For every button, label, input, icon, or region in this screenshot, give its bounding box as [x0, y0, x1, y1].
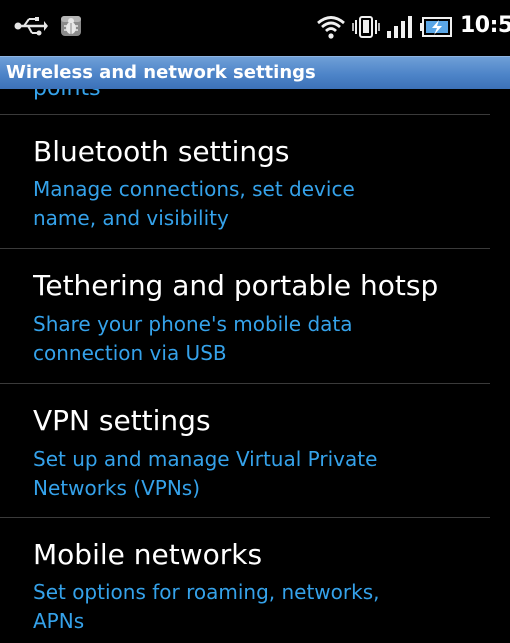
- summary-line: name, and visibility: [33, 206, 229, 230]
- summary-line: Set up and manage Virtual Private: [33, 447, 378, 471]
- page-title: Wireless and network settings: [6, 62, 316, 83]
- wifi-icon: [317, 16, 345, 39]
- list-item-summary: Manage connections, set device name, and…: [33, 175, 473, 233]
- list-item-tethering-hotspot[interactable]: Tethering and portable hotsp Share your …: [0, 249, 510, 382]
- list-item-title: Tethering and portable hotsp: [33, 269, 439, 302]
- summary-line: Share your phone's mobile data: [33, 312, 353, 336]
- list-item-summary: Set options for roaming, networks, APNs: [33, 578, 473, 636]
- vibrate-icon: [352, 16, 380, 38]
- status-clock: 10:58: [460, 13, 510, 38]
- summary-line: connection via USB: [33, 341, 227, 365]
- list-item-summary: Share your phone's mobile data connectio…: [33, 310, 473, 368]
- battery-charging-icon: [420, 17, 452, 37]
- list-item-summary: Set up and manage Virtual Private Networ…: [33, 445, 473, 503]
- summary-line: Set options for roaming, networks,: [33, 580, 380, 604]
- usb-icon: [14, 17, 48, 36]
- summary-line: Networks (VPNs): [33, 476, 201, 500]
- summary-line: Manage connections, set device: [33, 177, 355, 201]
- debug-icon: [61, 16, 81, 36]
- list-item-title: VPN settings: [33, 404, 211, 437]
- summary-line: APNs: [33, 609, 85, 633]
- list-item-mobile-networks[interactable]: Mobile networks Set options for roaming,…: [0, 518, 510, 643]
- list-item-vpn-settings[interactable]: VPN settings Set up and manage Virtual P…: [0, 384, 510, 517]
- list-item-title: Bluetooth settings: [33, 135, 290, 168]
- signal-icon: [387, 16, 412, 38]
- list-item-title: Mobile networks: [33, 538, 263, 571]
- settings-list[interactable]: points Bluetooth settings Manage connect…: [0, 89, 510, 643]
- list-item-partial-summary: points: [33, 89, 101, 103]
- list-item-bluetooth-settings[interactable]: Bluetooth settings Manage connections, s…: [0, 115, 510, 248]
- status-bar: 10:58: [0, 0, 510, 56]
- title-bar: Wireless and network settings: [0, 56, 510, 89]
